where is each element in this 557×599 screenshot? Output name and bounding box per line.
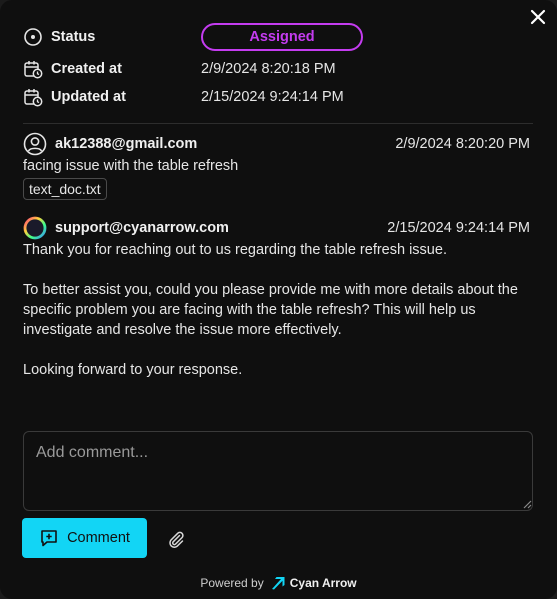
add-comment-icon (41, 530, 57, 547)
cyan-arrow-logo-icon (271, 577, 285, 590)
paperclip-icon[interactable] (166, 529, 186, 549)
status-row: Status (23, 25, 95, 49)
footer: Powered by Cyan Arrow (0, 573, 557, 593)
message-header: support@cyanarrow.com 2/15/2024 9:24:14 … (23, 216, 530, 240)
message-paragraph: Looking forward to your response. (23, 362, 243, 378)
status-circle-icon (23, 27, 43, 47)
comment-input[interactable] (23, 431, 533, 511)
message-header: ak12388@gmail.com 2/9/2024 8:20:20 PM (23, 132, 530, 156)
brand-name[interactable]: Cyan Arrow (290, 576, 357, 590)
updated-row: Updated at (23, 85, 126, 109)
attachment-chip[interactable]: text_doc.txt (23, 178, 107, 200)
status-label: Status (51, 29, 96, 45)
calendar-clock-icon (23, 59, 43, 79)
message-author: ak12388@gmail.com (55, 136, 198, 152)
message-time: 2/9/2024 8:20:20 PM (395, 136, 530, 152)
message-body: facing issue with the table refresh (23, 158, 239, 174)
calendar-clock-icon (23, 87, 43, 107)
ticket-panel: Status Assigned Created at 2/9/2024 8:20… (0, 0, 557, 599)
powered-by-text: Powered by (200, 576, 264, 590)
close-icon[interactable] (529, 8, 547, 26)
updated-label: Updated at (51, 89, 126, 105)
message-author: support@cyanarrow.com (55, 220, 229, 236)
created-row: Created at (23, 57, 122, 81)
status-badge: Assigned (201, 23, 363, 51)
cyan-arrow-avatar-icon (23, 216, 47, 240)
created-value: 2/9/2024 8:20:18 PM (201, 61, 336, 77)
user-avatar-icon (23, 132, 47, 156)
created-label: Created at (51, 61, 122, 77)
updated-value: 2/15/2024 9:24:14 PM (201, 89, 344, 105)
divider (23, 123, 533, 124)
message-paragraph: Thank you for reaching out to us regardi… (23, 242, 447, 258)
resize-grip-icon[interactable] (522, 499, 532, 509)
message-time: 2/15/2024 9:24:14 PM (387, 220, 530, 236)
comment-button[interactable]: Comment (22, 518, 147, 558)
message-paragraph: To better assist you, could you please p… (23, 282, 518, 338)
comment-button-label: Comment (67, 530, 130, 546)
